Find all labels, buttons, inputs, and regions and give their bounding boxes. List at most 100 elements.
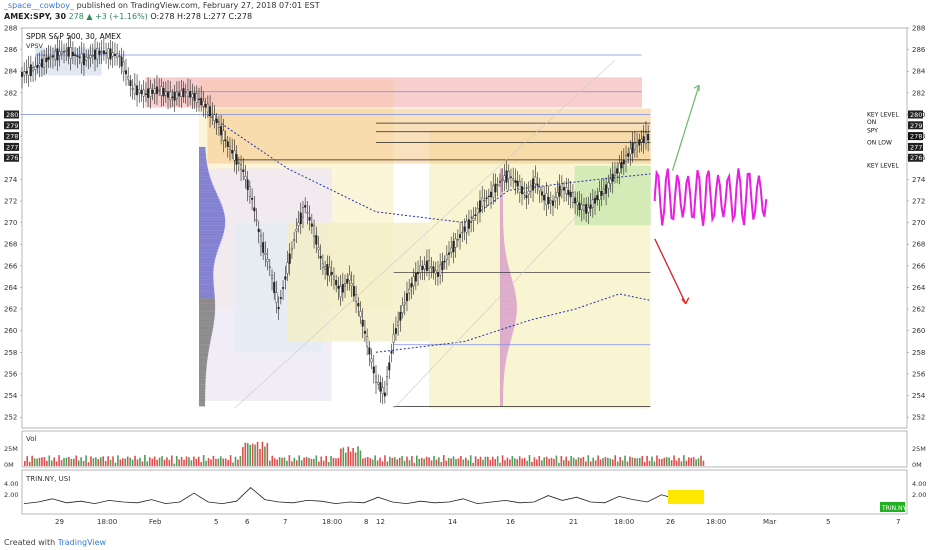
volume-bar <box>327 461 330 466</box>
candle <box>301 207 304 218</box>
price-badge-text-left: 277 <box>6 143 18 151</box>
candle <box>636 142 639 147</box>
volume-bar <box>60 460 63 466</box>
candle <box>149 87 152 98</box>
candle <box>405 293 408 302</box>
volume-bar <box>572 457 575 466</box>
volume-profile-bar-right <box>499 314 517 318</box>
volume-bar <box>577 457 580 466</box>
volume-profile-bar-right <box>499 282 514 285</box>
candle <box>169 91 172 101</box>
candle <box>91 55 94 57</box>
candle <box>259 235 262 247</box>
candle <box>587 206 590 213</box>
volume-bar <box>651 456 653 466</box>
volume-profile-bar <box>199 179 212 183</box>
volume-bar <box>161 456 163 466</box>
candle <box>383 392 386 397</box>
volume-bar <box>514 458 516 466</box>
volume-bar <box>406 456 408 466</box>
y-tick-right: 260 <box>912 327 925 335</box>
tradingview-brand[interactable]: TradingView <box>58 538 106 547</box>
candle <box>514 180 517 183</box>
volume-bar <box>68 456 70 466</box>
volume-bar <box>254 444 256 466</box>
candle <box>478 200 481 213</box>
candle <box>65 49 68 52</box>
volume-bar <box>349 451 352 466</box>
candle <box>131 88 134 90</box>
volume-profile-bar <box>199 217 226 220</box>
volume-profile-bar-right <box>499 338 511 342</box>
volume-bar <box>614 455 617 466</box>
volume-profile-bar <box>199 336 212 339</box>
candle <box>397 321 400 326</box>
candle <box>503 175 506 181</box>
volume-bar <box>379 457 381 466</box>
candle <box>147 88 150 98</box>
volume-profile-bar-right <box>499 306 517 310</box>
volume-bar <box>195 458 198 466</box>
price-chart[interactable]: 252 252 254 254 256 256 258 258 260 260 262 262 264 2… <box>0 0 932 550</box>
y-tick-right: 258 <box>912 349 925 357</box>
volume-profile-bar <box>199 382 206 385</box>
candle <box>328 266 331 277</box>
price-badge-text: 278 <box>910 133 922 141</box>
volume-bar <box>229 455 232 466</box>
chart-subtitle: VPSV <box>26 42 43 50</box>
volume-bar <box>531 461 533 466</box>
y-tick-left: 260 <box>4 327 17 335</box>
volume-bar <box>702 460 705 466</box>
candle <box>408 288 411 294</box>
candle <box>288 253 291 264</box>
candle <box>85 56 88 61</box>
candle <box>467 219 470 229</box>
volume-bar <box>374 455 376 466</box>
candle <box>481 197 484 207</box>
candle <box>454 238 457 248</box>
volume-bar <box>227 460 229 466</box>
candle <box>122 61 125 73</box>
candle <box>275 292 278 303</box>
candle <box>330 271 333 275</box>
volume-bar <box>205 460 207 466</box>
volume-bar <box>393 457 396 466</box>
x-tick-label: 18:00 <box>97 518 117 526</box>
volume-profile-bar-right <box>499 298 517 301</box>
volume-profile-bar <box>199 341 211 345</box>
volume-bar <box>87 462 90 466</box>
candle <box>297 222 300 226</box>
volume-profile-bar-right <box>499 390 504 393</box>
volume-profile-bar-right <box>499 209 503 212</box>
candle <box>512 178 515 181</box>
volume-bar <box>202 455 205 466</box>
volume-profile-bar <box>199 403 206 407</box>
trin-frame <box>21 469 908 515</box>
volume-bar <box>391 457 394 466</box>
x-tick-label: 16 <box>506 518 515 526</box>
candle <box>375 375 378 383</box>
candle <box>377 381 380 385</box>
volume-bar <box>310 458 313 466</box>
volume-profile-bar-right <box>499 206 503 210</box>
volume-bar <box>643 462 646 466</box>
candle <box>549 200 552 204</box>
candle <box>580 204 583 210</box>
volume-bar <box>347 446 349 466</box>
volume-bar <box>332 457 335 466</box>
volume-bar <box>656 455 658 466</box>
volume-bar <box>653 461 656 466</box>
trin-highlight <box>668 490 704 504</box>
volume-profile-bar <box>199 333 212 337</box>
volume-profile-bar <box>199 349 209 353</box>
volume-bar <box>107 456 109 466</box>
volume-bar <box>384 455 386 466</box>
volume-profile-bar-right <box>499 357 507 361</box>
volume-profile-bar <box>199 365 207 369</box>
volume-bar <box>222 458 225 466</box>
trin-tick: 2.00 <box>912 491 926 499</box>
volume-bar <box>425 456 428 466</box>
candle <box>596 195 599 201</box>
x-tick-label: 5 <box>826 518 830 526</box>
candle <box>237 162 240 164</box>
